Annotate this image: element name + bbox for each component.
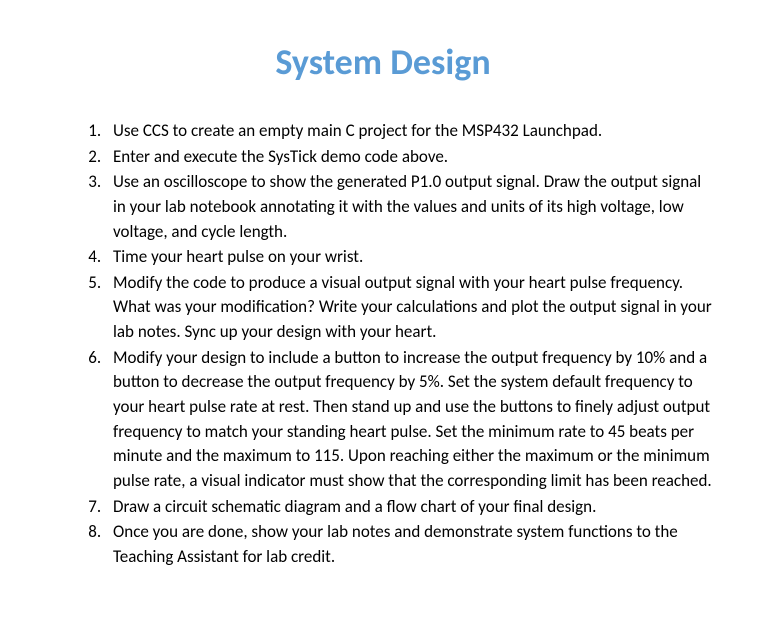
list-item: Use an oscilloscope to show the generate… — [105, 170, 716, 244]
list-item: Modify the code to produce a visual outp… — [105, 271, 716, 345]
list-item: Draw a circuit schematic diagram and a f… — [105, 495, 716, 520]
list-item: Once you are done, show your lab notes a… — [105, 520, 716, 569]
list-item: Enter and execute the SysTick demo code … — [105, 145, 716, 170]
instruction-list: Use CCS to create an empty main C projec… — [50, 119, 716, 570]
list-item: Modify your design to include a button t… — [105, 346, 716, 494]
list-item: Time your heart pulse on your wrist. — [105, 245, 716, 270]
list-item: Use CCS to create an empty main C projec… — [105, 119, 716, 144]
document-title: System Design — [50, 40, 716, 84]
